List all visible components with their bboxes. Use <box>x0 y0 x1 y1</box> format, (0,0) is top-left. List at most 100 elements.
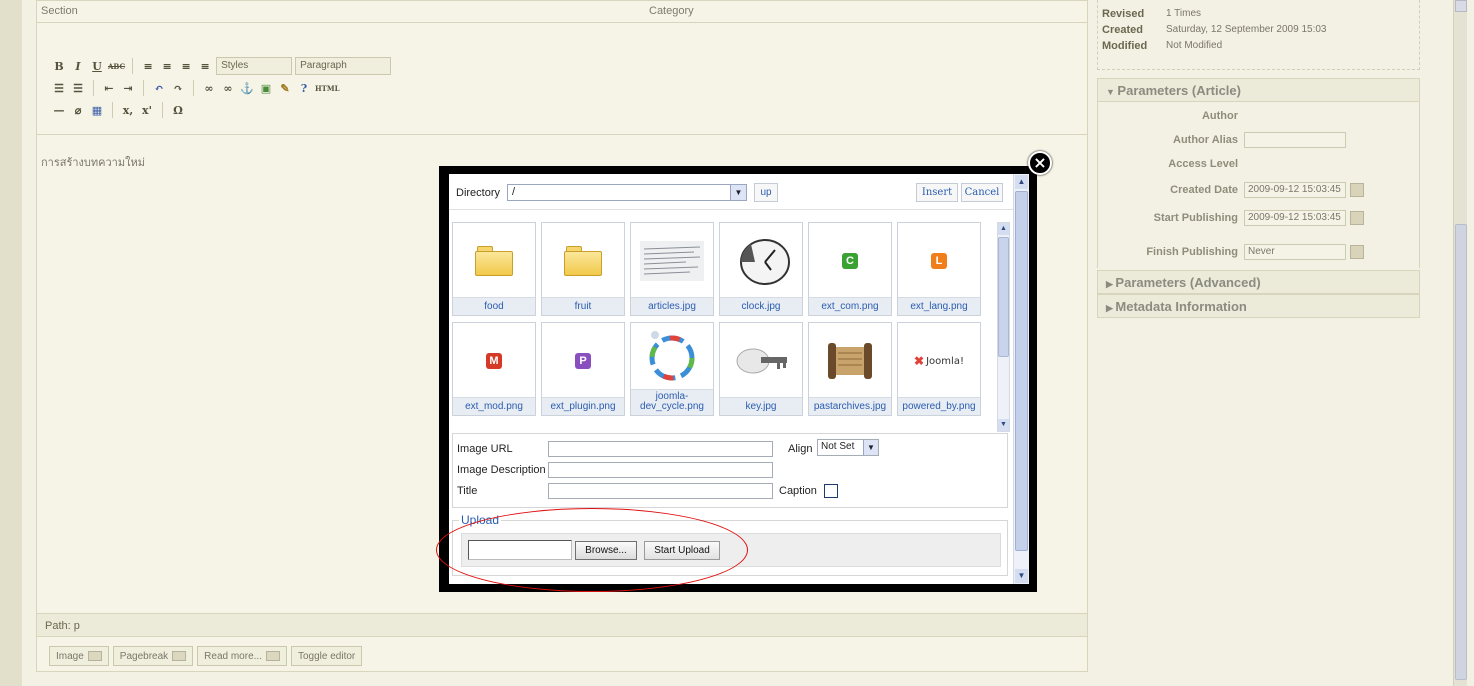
directory-value: / <box>512 186 516 198</box>
visual-aid-icon[interactable]: ▦ <box>89 104 105 117</box>
image-item[interactable]: L ext_lang.png <box>897 222 981 316</box>
help-icon[interactable]: ? <box>296 82 312 95</box>
align-left-icon[interactable]: ≡ <box>140 60 156 73</box>
file-name: clock.jpg <box>720 297 802 315</box>
joomla-logo: ✖ Joomla! <box>914 354 964 368</box>
author-alias-input[interactable] <box>1244 132 1346 148</box>
left-margin <box>0 0 22 686</box>
calendar-icon[interactable] <box>1350 183 1364 197</box>
scrollbar-thumb[interactable] <box>998 237 1009 357</box>
meta-key: Revised <box>1102 8 1145 20</box>
modal-scrollbar[interactable]: ▲ ▼ <box>1013 174 1029 584</box>
toggle-editor-button[interactable]: Toggle editor <box>290 646 363 666</box>
editor-toolbar: B I U ABC ≡ ≡ ≡ ≡ Styles Paragraph ☰ ☰ ⇤… <box>37 35 1087 135</box>
image-description-label: Image Description <box>457 464 546 476</box>
calendar-icon[interactable] <box>1350 211 1364 225</box>
image-button[interactable]: Image <box>49 646 109 666</box>
align-select[interactable]: Not Set ▼ <box>817 439 879 456</box>
redo-icon[interactable]: ↷ <box>170 82 186 95</box>
image-item[interactable]: joomla- dev_cycle.png <box>630 322 714 416</box>
paragraph-select[interactable]: Paragraph <box>295 57 392 75</box>
created-date-input[interactable]: 2009-09-12 15:03:45 <box>1244 182 1346 198</box>
image-item[interactable]: pastarchives.jpg <box>808 322 892 416</box>
meta-row: Created Saturday, 12 September 2009 15:03 <box>1102 24 1415 40</box>
align-justify-icon[interactable]: ≡ <box>197 60 213 73</box>
scrollbar-thumb[interactable] <box>1015 191 1028 551</box>
subscript-button[interactable]: x, <box>120 104 136 117</box>
start-publishing-input[interactable]: 2009-09-12 15:03:45 <box>1244 210 1346 226</box>
plugin-badge-icon: P <box>575 353 591 369</box>
title-input[interactable] <box>548 483 773 499</box>
styles-select[interactable]: Styles <box>216 57 293 75</box>
chevron-down-icon[interactable]: ▼ <box>1015 569 1028 583</box>
clock-icon <box>740 239 790 285</box>
insert-button[interactable]: Insert <box>916 183 958 202</box>
toolbar-separator <box>193 80 194 96</box>
up-button[interactable]: up <box>754 183 778 202</box>
image-item[interactable]: ✖ Joomla! powered_by.png <box>897 322 981 416</box>
file-grid-scrollbar[interactable]: ▲ ▼ <box>997 222 1010 432</box>
image-item[interactable]: C ext_com.png <box>808 222 892 316</box>
special-character-button[interactable]: Ω <box>170 104 186 117</box>
undo-icon[interactable]: ↶ <box>151 82 167 95</box>
anchor-icon[interactable]: ⚓ <box>239 82 255 95</box>
indent-icon[interactable]: ⇥ <box>120 82 136 95</box>
read-more-button[interactable]: Read more... <box>197 646 287 666</box>
joomla-logo-icon: ✖ <box>914 354 925 368</box>
param-label: Created Date <box>1170 184 1238 196</box>
strikethrough-button[interactable]: ABC <box>108 62 125 71</box>
image-icon[interactable]: ▣ <box>258 82 274 95</box>
align-right-icon[interactable]: ≡ <box>178 60 194 73</box>
chevron-up-icon[interactable]: ▲ <box>1015 175 1028 189</box>
calendar-icon[interactable] <box>1350 245 1364 259</box>
image-item[interactable]: clock.jpg <box>719 222 803 316</box>
image-item[interactable]: key.jpg <box>719 322 803 416</box>
editor-content[interactable]: การสร้างบทความใหม่ <box>41 153 145 171</box>
horizontal-rule-icon[interactable]: — <box>51 104 67 117</box>
directory-select[interactable]: / ▼ <box>507 184 747 201</box>
page-scrollbar[interactable] <box>1453 0 1467 686</box>
directory-bar: Directory / ▼ up Insert Cancel <box>449 174 1013 210</box>
image-description-input[interactable] <box>548 462 773 478</box>
finish-publishing-input[interactable]: Never <box>1244 244 1346 260</box>
folder-item[interactable]: food <box>452 222 536 316</box>
link-icon[interactable]: ∞ <box>201 82 217 95</box>
file-name: ext_lang.png <box>898 297 980 315</box>
meta-row: Modified Not Modified <box>1102 40 1415 56</box>
metadata-toggle[interactable]: ▶ Metadata Information <box>1097 294 1420 318</box>
chevron-down-icon[interactable]: ▼ <box>998 419 1009 431</box>
scroll-up-arrow[interactable] <box>1455 0 1467 12</box>
cleanup-icon[interactable]: ✎ <box>277 82 293 95</box>
remove-format-icon[interactable]: ⌀ <box>70 104 86 117</box>
params-advanced-toggle[interactable]: ▶ Parameters (Advanced) <box>1097 270 1420 294</box>
close-icon[interactable]: × <box>1028 151 1052 175</box>
file-name: articles.jpg <box>631 297 713 315</box>
toolbar-row-1: B I U ABC ≡ ≡ ≡ ≡ Styles Paragraph <box>51 55 392 77</box>
toolbar-row-3: — ⌀ ▦ x, x' Ω <box>51 99 186 121</box>
italic-button[interactable]: I <box>70 60 86 73</box>
params-article-toggle[interactable]: ▼ Parameters (Article) <box>1097 78 1420 102</box>
image-url-input[interactable] <box>548 441 773 457</box>
bold-button[interactable]: B <box>51 60 67 73</box>
pagebreak-button[interactable]: Pagebreak <box>112 646 194 666</box>
image-item[interactable]: P ext_plugin.png <box>541 322 625 416</box>
cancel-button[interactable]: Cancel <box>961 183 1003 202</box>
superscript-button[interactable]: x' <box>139 104 155 117</box>
underline-button[interactable]: U <box>89 60 105 73</box>
scrollbar-thumb[interactable] <box>1455 224 1467 680</box>
align-center-icon[interactable]: ≡ <box>159 60 175 73</box>
numbered-list-icon[interactable]: ☰ <box>70 82 86 95</box>
image-item[interactable]: M ext_mod.png <box>452 322 536 416</box>
path-bar: Path: p <box>37 613 1087 637</box>
toolbar-separator <box>132 58 134 74</box>
outdent-icon[interactable]: ⇤ <box>101 82 117 95</box>
chevron-up-icon[interactable]: ▲ <box>998 223 1009 235</box>
image-item[interactable]: articles.jpg <box>630 222 714 316</box>
image-icon <box>87 651 102 661</box>
html-source-button[interactable]: HTML <box>315 84 340 93</box>
folder-item[interactable]: fruit <box>541 222 625 316</box>
param-row: Created Date 2009-09-12 15:03:45 <box>1098 180 1419 200</box>
caption-checkbox[interactable] <box>824 484 838 498</box>
unlink-icon[interactable]: ∞ <box>220 82 236 95</box>
bullet-list-icon[interactable]: ☰ <box>51 82 67 95</box>
